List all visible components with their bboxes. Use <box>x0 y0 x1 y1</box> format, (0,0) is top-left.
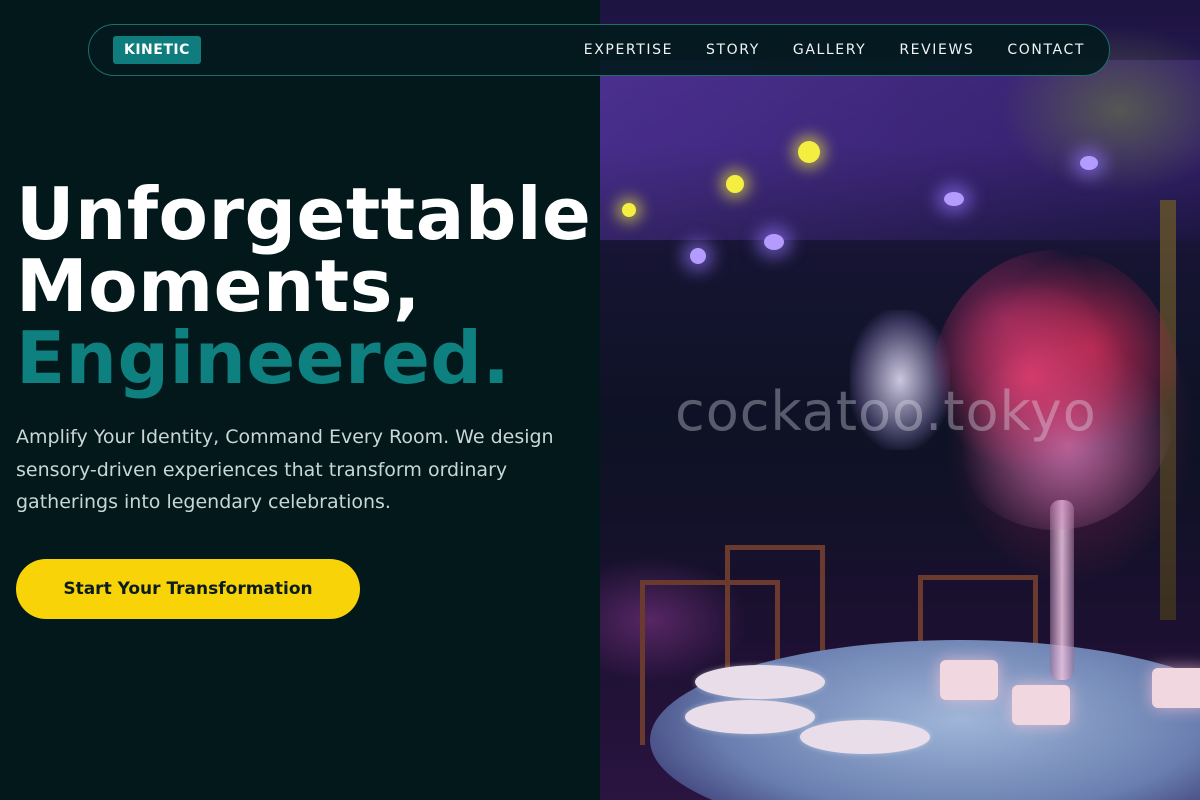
hero-title-line-1: Unforgettable <box>16 172 592 256</box>
stage-light <box>764 234 784 250</box>
stage-light <box>726 175 744 193</box>
top-navbar: KINETIC EXPERTISE STORY GALLERY REVIEWS … <box>88 24 1110 76</box>
nav-link-reviews[interactable]: REVIEWS <box>899 42 974 58</box>
photo-watermark: cockatoo.tokyo <box>675 380 1097 443</box>
hero-subtitle: Amplify Your Identity, Command Every Roo… <box>16 426 554 513</box>
plate <box>685 700 815 734</box>
chair <box>918 575 1038 650</box>
hero-event-photo: cockatoo.tokyo <box>600 0 1200 800</box>
hero-title-accent: Engineered. <box>16 316 511 400</box>
nav-links: EXPERTISE STORY GALLERY REVIEWS CONTACT <box>584 42 1085 58</box>
nav-link-expertise[interactable]: EXPERTISE <box>584 42 673 58</box>
stage-light <box>944 192 964 206</box>
nav-link-contact[interactable]: CONTACT <box>1007 42 1085 58</box>
plate <box>695 665 825 699</box>
candle <box>940 660 998 700</box>
hero-title-line-2: Moments, <box>16 244 421 328</box>
kinetic-logo[interactable]: KINETIC <box>113 36 201 64</box>
hero-title: Unforgettable Moments, Engineered. <box>16 178 591 394</box>
nav-link-gallery[interactable]: GALLERY <box>793 42 866 58</box>
chair <box>725 545 825 670</box>
stage-light <box>690 248 706 264</box>
candle <box>1152 668 1200 708</box>
start-transformation-button[interactable]: Start Your Transformation <box>16 559 360 619</box>
candle <box>1012 685 1070 725</box>
plate <box>800 720 930 754</box>
hero-panel: Unforgettable Moments, Engineered. Ampli… <box>0 0 600 800</box>
stage-light <box>1080 156 1098 170</box>
stage-light <box>798 141 820 163</box>
stage-light <box>622 203 636 217</box>
nav-link-story[interactable]: STORY <box>706 42 760 58</box>
